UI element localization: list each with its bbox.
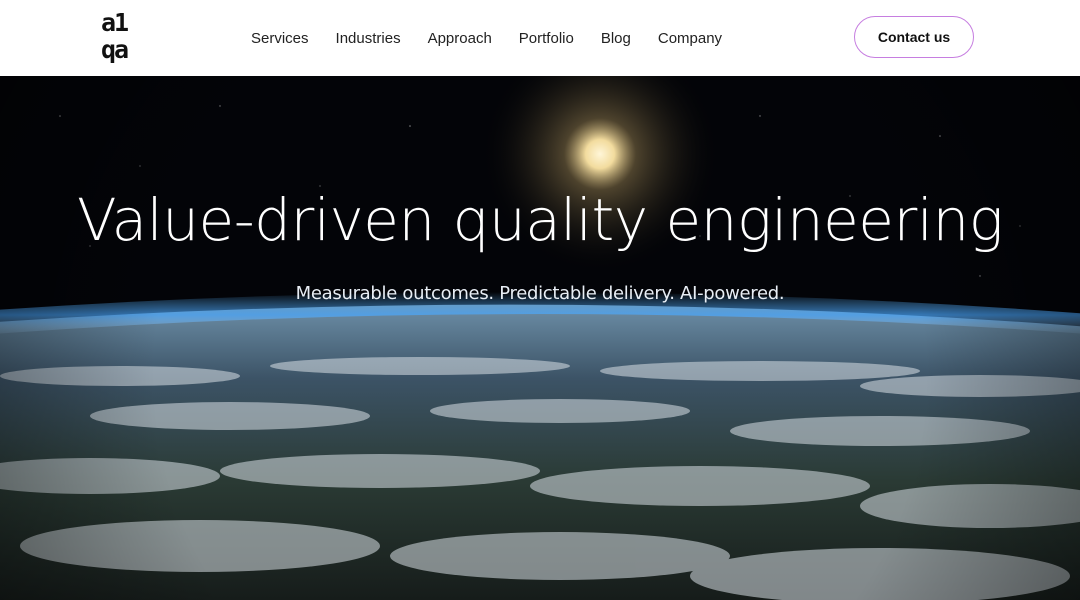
hero-title: Value-driven quality engineering xyxy=(76,186,1004,254)
a1qa-logo[interactable]: a1 qa xyxy=(101,9,137,67)
nav-item-services[interactable]: Services xyxy=(251,30,309,47)
contact-us-button[interactable]: Contact us xyxy=(854,16,974,58)
hero-subtitle: Measurable outcomes. Predictable deliver… xyxy=(295,283,785,304)
nav-item-industries[interactable]: Industries xyxy=(336,30,401,47)
earth-from-space-image xyxy=(0,76,1080,600)
nav-item-approach[interactable]: Approach xyxy=(428,30,492,47)
logo-line-1: a1 xyxy=(101,8,129,37)
nav-item-portfolio[interactable]: Portfolio xyxy=(519,30,574,47)
nav-item-company[interactable]: Company xyxy=(658,30,722,47)
site-header: a1 qa Services Industries Approach Portf… xyxy=(0,0,1080,76)
hero-section: Value-driven quality engineering Measura… xyxy=(0,76,1080,600)
main-nav: Services Industries Approach Portfolio B… xyxy=(251,0,722,76)
nav-item-blog[interactable]: Blog xyxy=(601,30,631,47)
logo-line-2: qa xyxy=(101,35,129,64)
